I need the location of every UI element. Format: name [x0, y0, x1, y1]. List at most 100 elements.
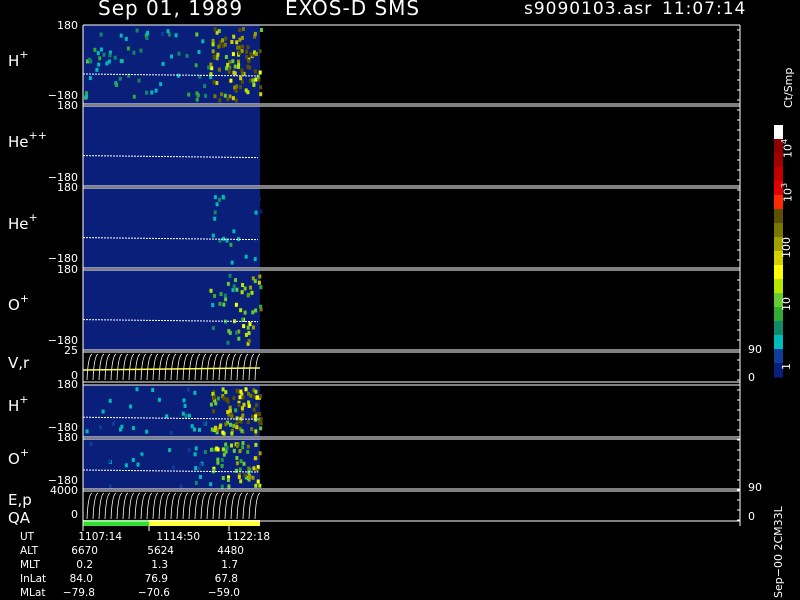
spectrogram-cell	[237, 475, 241, 480]
inlat-value: 84.0	[69, 573, 93, 585]
colorbar-label: 103	[780, 182, 795, 202]
spectrogram-cell	[247, 400, 251, 405]
spectrogram-cell	[228, 273, 232, 278]
spectrogram-cell	[217, 67, 221, 72]
spectrogram-cell	[223, 42, 227, 47]
spectrogram-cell	[259, 417, 263, 421]
spectrogram-cell	[252, 466, 256, 471]
spectrogram-cell	[212, 395, 216, 400]
spectrogram-cell	[182, 398, 186, 403]
spectrogram-cell	[251, 475, 255, 480]
spectrogram-cell	[145, 429, 149, 434]
header-time: 11:07:14	[662, 0, 747, 19]
spectrogram-cell	[247, 292, 250, 297]
spectrogram-cell	[238, 467, 242, 472]
spectrogram-cell	[217, 44, 221, 49]
velocity-curve	[200, 353, 207, 381]
colorbar-swatch	[774, 167, 783, 182]
spectrogram-cell	[238, 27, 242, 32]
spectrogram-cell	[232, 396, 236, 401]
spectrogram-cell	[100, 47, 103, 52]
spectrogram-cell	[213, 195, 217, 200]
spectrogram-cell	[231, 288, 235, 292]
spectrogram-cell	[260, 28, 263, 32]
spectrogram-cell	[213, 54, 216, 59]
spectrogram-cell	[136, 332, 140, 337]
spectrogram-cell	[215, 202, 219, 207]
spectrogram-cell	[139, 455, 143, 460]
spectrogram-cell	[233, 64, 237, 69]
velocity-curve	[122, 353, 129, 381]
colorbar-swatch	[774, 125, 783, 140]
mlat-value: −59.0	[207, 587, 240, 599]
spectrogram-cell	[239, 459, 243, 464]
spectrogram-cell	[232, 229, 236, 234]
spectrogram-cell	[235, 425, 239, 430]
spectrogram-cell	[250, 290, 254, 295]
alt-value: 6670	[71, 545, 98, 557]
spectrogram-cell	[124, 36, 128, 41]
spectrogram-cell	[247, 339, 251, 343]
spectrogram-cell	[237, 63, 241, 68]
spectrogram-cell	[154, 88, 158, 93]
alt-value: 5624	[147, 545, 174, 557]
spectrogram-cell	[254, 429, 258, 434]
spectrogram-cell	[99, 430, 103, 435]
spectrogram-cell	[194, 480, 198, 485]
spectrogram-cell	[187, 280, 191, 285]
spectrogram-cell	[244, 88, 248, 93]
spectrogram-cell	[185, 53, 189, 58]
spectrogram-cell	[222, 302, 226, 307]
spectrogram-cell	[246, 45, 250, 50]
velocity-curve	[92, 492, 99, 520]
velocity-curve	[164, 353, 171, 381]
spectrogram-cell	[241, 395, 245, 400]
velocity-curve	[176, 492, 183, 520]
colorbar-swatch	[774, 265, 783, 280]
spectrogram-cell	[215, 446, 219, 451]
spectrogram-cell	[216, 460, 220, 465]
velocity-curve	[206, 492, 213, 520]
spectrogram-cell	[231, 96, 235, 101]
spectrogram-cell	[177, 251, 181, 256]
spectrogram-cell	[209, 482, 213, 487]
spectrogram-cell	[120, 424, 124, 429]
panel-label-he-plus: He+	[8, 211, 38, 233]
spectrogram-cell	[216, 396, 220, 401]
velocity-curve	[188, 353, 195, 381]
spectrogram-cell	[237, 403, 241, 407]
spectrogram-cell	[251, 276, 255, 281]
velocity-curve	[104, 353, 111, 381]
spectrogram-cell	[131, 457, 135, 462]
spectrogram-cell	[235, 330, 239, 335]
spectrogram-cell	[98, 56, 102, 61]
spectrogram-cell	[179, 484, 183, 489]
spectrogram-cell	[213, 210, 217, 215]
spectrogram-cell	[237, 336, 241, 341]
velocity-curve	[116, 492, 123, 520]
spectrogram-cell	[212, 468, 216, 473]
spectrogram-cell	[243, 473, 247, 478]
velocity-curve	[236, 353, 243, 381]
spectrogram-plot	[82, 24, 783, 531]
spectrogram-cell	[146, 387, 150, 392]
right-tick-bottom: 0	[748, 510, 755, 523]
velocity-curve	[224, 492, 231, 520]
velocity-curve	[236, 492, 243, 520]
spectrogram-cell	[246, 325, 250, 330]
spectrogram-cell	[104, 331, 108, 336]
spectrogram-cell	[231, 52, 235, 57]
spectrogram-cell	[132, 190, 136, 195]
spectrogram-cell	[195, 91, 199, 96]
velocity-curve	[98, 492, 105, 520]
velocity-curve	[110, 353, 117, 381]
spectrogram-cell	[150, 90, 154, 95]
tick-top: 4000	[50, 484, 78, 497]
velocity-curve	[152, 492, 159, 520]
spectrogram-cell	[234, 88, 238, 93]
spectrogram-cell	[177, 51, 181, 56]
spectrogram-cell	[130, 476, 133, 481]
spectrogram-cell	[258, 451, 262, 456]
spectrogram-cell	[230, 40, 234, 44]
spectrogram-cell	[187, 92, 191, 97]
